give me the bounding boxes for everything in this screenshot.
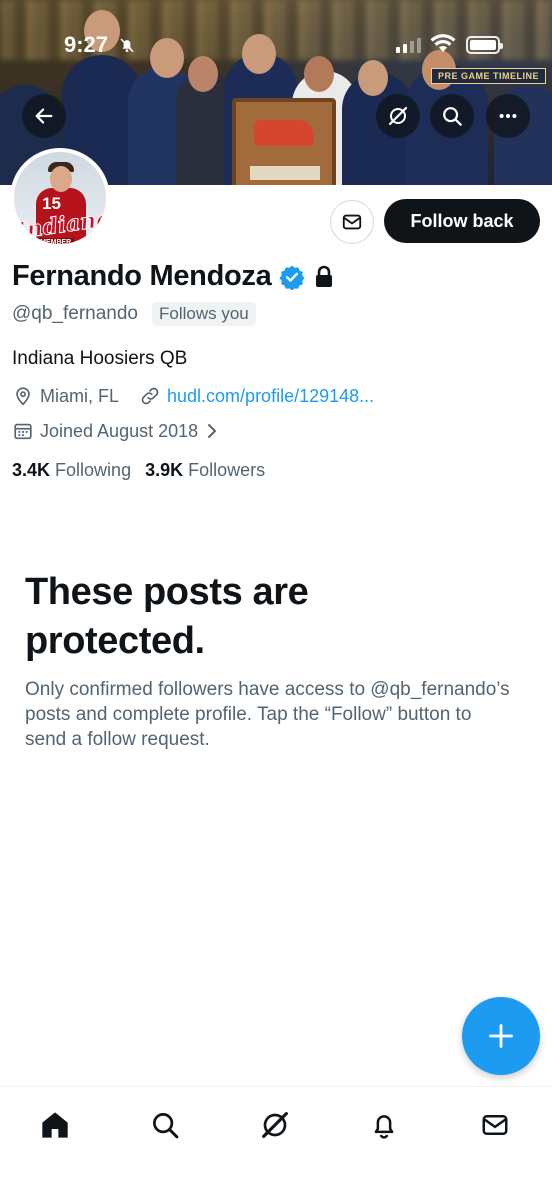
envelope-icon — [342, 214, 362, 230]
profile-name: Fernando Mendoza — [12, 260, 272, 292]
follow-stats: 3.4K Following 3.9K Followers — [12, 460, 265, 481]
calendar-icon — [14, 423, 32, 440]
follows-you-badge: Follows you — [152, 302, 256, 326]
location-pin-icon — [16, 387, 30, 406]
arrow-left-icon — [35, 108, 53, 124]
wifi-icon — [430, 34, 456, 52]
chevron-right-icon — [208, 424, 217, 438]
follow-back-button[interactable]: Follow back — [384, 199, 540, 243]
back-button[interactable] — [22, 94, 66, 138]
tab-messages[interactable] — [473, 1103, 517, 1147]
status-time: 9:27 — [64, 32, 109, 57]
more-icon — [499, 113, 517, 119]
link-icon — [141, 387, 159, 405]
home-icon — [42, 1112, 68, 1138]
battery-icon — [466, 36, 503, 54]
avatar-tag: HUB MEMBER — [20, 238, 75, 244]
avatar-jersey-number: 15 — [42, 194, 61, 213]
grok-icon — [262, 1112, 288, 1138]
followers-count: 3.9K — [145, 460, 184, 480]
message-button[interactable] — [330, 200, 374, 244]
profile-meta-location-website: Miami, FL hudl.com/profile/129148... — [12, 385, 374, 407]
search-button[interactable] — [430, 94, 474, 138]
profile-avatar[interactable]: 15 Indiana HUB MEMBER — [10, 148, 110, 248]
status-bar: 9:27 — [0, 0, 552, 92]
bell-off-icon — [120, 38, 134, 53]
compose-button[interactable] — [462, 997, 540, 1075]
following-label: Following — [55, 460, 132, 480]
profile-name-row: Fernando Mendoza — [12, 260, 335, 293]
cellular-signal-icon — [396, 38, 421, 53]
profile-handle: @qb_fernando — [12, 303, 138, 324]
search-icon — [443, 107, 462, 126]
trophy-plaque — [232, 98, 336, 185]
lock-icon — [316, 265, 333, 287]
followers-stat[interactable]: 3.9K Followers — [145, 460, 265, 481]
tab-home[interactable] — [33, 1103, 77, 1147]
profile-website-link[interactable]: hudl.com/profile/129148... — [167, 386, 374, 407]
trophy-axe — [254, 120, 314, 146]
grok-icon — [388, 106, 408, 126]
grok-button[interactable] — [376, 94, 420, 138]
profile-joined-date: Joined August 2018 — [40, 420, 199, 441]
following-count: 3.4K — [12, 460, 51, 480]
plus-icon — [489, 1024, 513, 1048]
more-button[interactable] — [486, 94, 530, 138]
tab-grok[interactable] — [253, 1103, 297, 1147]
profile-location: Miami, FL — [40, 385, 120, 406]
protected-body: Only confirmed followers have access to … — [25, 679, 510, 750]
profile-meta-joined[interactable]: Joined August 2018 — [12, 420, 220, 442]
profile-bio: Indiana Hoosiers QB — [12, 348, 188, 369]
verified-badge-icon[interactable] — [279, 264, 305, 290]
bell-icon — [374, 1115, 394, 1139]
protected-title: These posts are protected. — [25, 571, 309, 662]
search-icon — [153, 1113, 179, 1139]
followers-label: Followers — [188, 460, 266, 480]
tab-notifications[interactable] — [362, 1103, 406, 1147]
avatar-face — [50, 166, 72, 192]
trophy-label — [250, 166, 320, 180]
handle-row: @qb_fernando Follows you — [12, 302, 256, 326]
following-stat[interactable]: 3.4K Following — [12, 460, 131, 481]
bottom-tab-bar — [0, 1086, 552, 1200]
envelope-icon — [482, 1115, 508, 1135]
tab-search[interactable] — [143, 1103, 187, 1147]
